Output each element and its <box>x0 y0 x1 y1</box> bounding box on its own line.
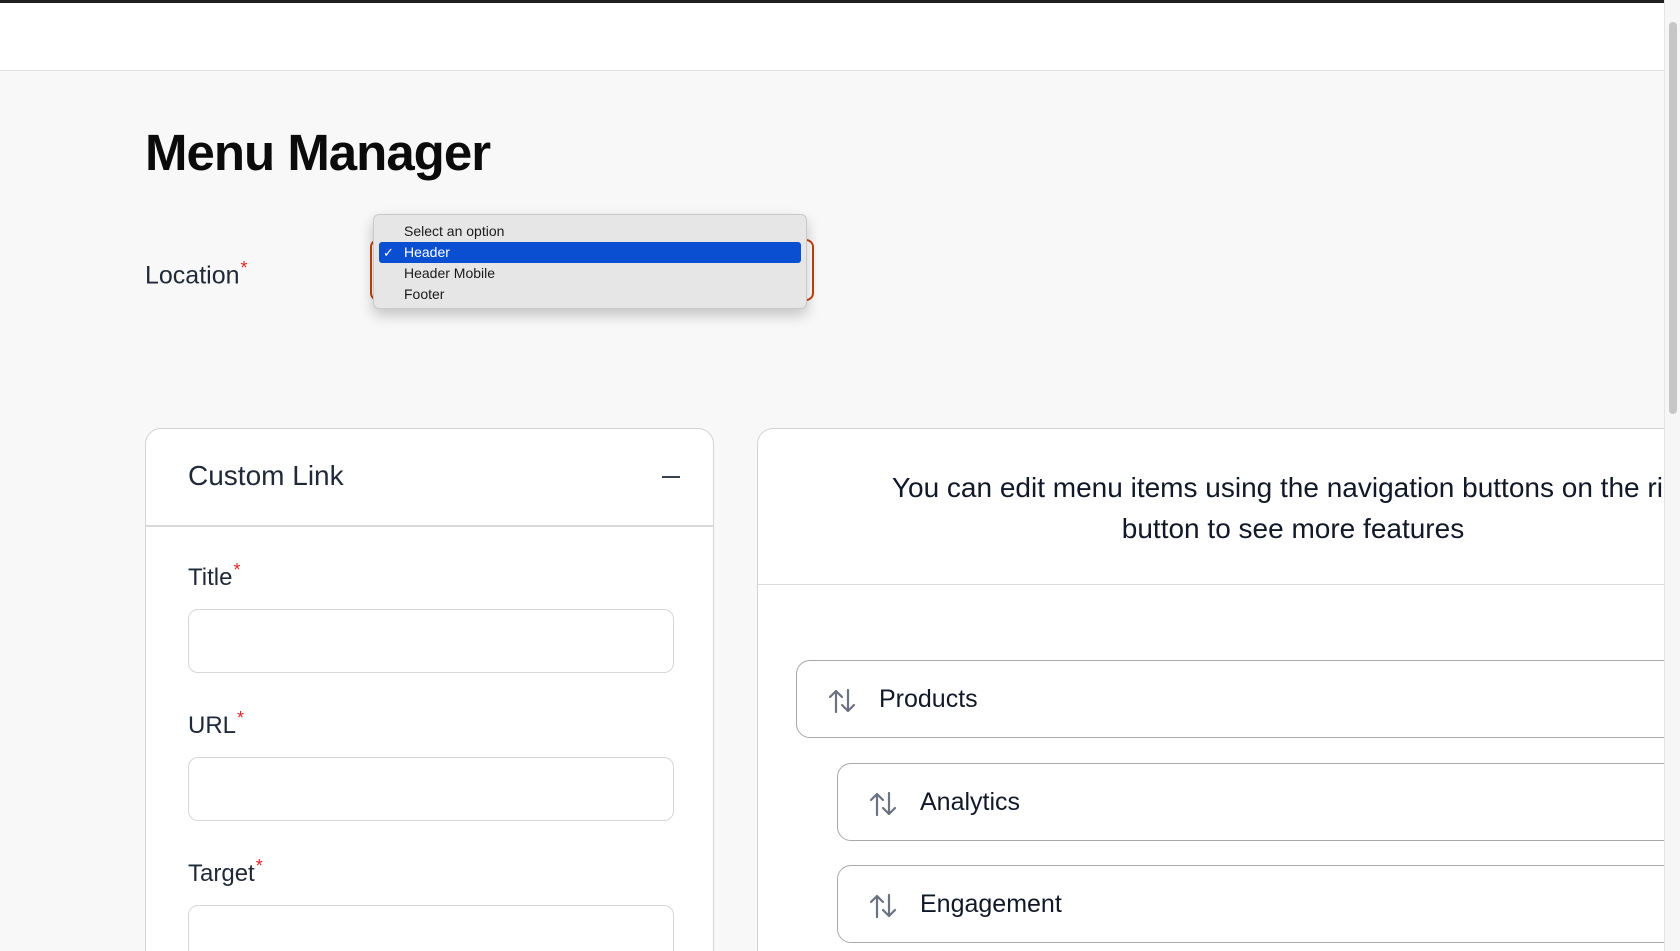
dropdown-option-header-mobile[interactable]: Header Mobile <box>379 263 801 284</box>
dropdown-option-select-an-option[interactable]: Select an option <box>379 221 801 242</box>
title-label-text: Title <box>188 564 233 591</box>
arrows-up-down-icon[interactable] <box>827 686 857 716</box>
custom-link-title: Custom Link <box>188 460 344 491</box>
collapse-button[interactable] <box>653 459 689 495</box>
title-label: Title* <box>188 560 240 592</box>
location-label-text: Location <box>145 261 240 290</box>
arrows-up-down-icon[interactable] <box>868 891 898 921</box>
target-label: Target* <box>188 856 263 888</box>
custom-link-panel: Custom Link Title* URL* Target* <box>145 428 714 951</box>
required-mark: * <box>240 258 248 278</box>
required-mark: * <box>255 856 263 876</box>
top-bar <box>0 3 1665 71</box>
menu-item-label: Products <box>879 685 978 713</box>
scrollbar-thumb[interactable] <box>1669 22 1677 414</box>
title-input[interactable] <box>188 609 674 673</box>
divider <box>758 584 1665 585</box>
url-input[interactable] <box>188 757 674 821</box>
page-content: Menu Manager Location* Select an option … <box>0 71 1665 951</box>
menu-item-label: Analytics <box>920 788 1021 816</box>
url-label: URL* <box>188 708 244 740</box>
help-text-line-2: button to see more features <box>1121 513 1465 544</box>
location-dropdown-menu[interactable]: Select an option ✓ Header Header Mobile F… <box>373 214 807 309</box>
option-label: Header <box>404 244 450 260</box>
menu-item-label: Engagement <box>920 890 1062 918</box>
minus-icon <box>662 476 680 478</box>
page-title: Menu Manager <box>145 124 491 181</box>
custom-link-header[interactable]: Custom Link <box>146 429 713 527</box>
checkmark-icon: ✓ <box>383 245 394 260</box>
vertical-scrollbar[interactable] <box>1664 0 1680 951</box>
menu-item-products[interactable]: Products <box>796 660 1665 738</box>
menu-item-engagement[interactable]: Engagement <box>837 865 1665 943</box>
option-label: Select an option <box>404 223 505 239</box>
location-label: Location* <box>145 258 248 290</box>
menu-item-analytics[interactable]: Analytics <box>837 763 1665 841</box>
target-label-text: Target <box>188 860 255 887</box>
option-label: Header Mobile <box>404 265 496 281</box>
help-text: You can edit menu items using the naviga… <box>828 467 1665 549</box>
menu-structure-panel: You can edit menu items using the naviga… <box>757 428 1665 951</box>
arrows-up-down-icon[interactable] <box>868 789 898 819</box>
option-label: Footer <box>404 286 445 302</box>
dropdown-option-footer[interactable]: Footer <box>379 284 801 305</box>
url-label-text: URL <box>188 712 237 739</box>
target-select[interactable] <box>188 905 674 951</box>
required-mark: * <box>233 560 241 580</box>
help-text-line-1: You can edit menu items using the naviga… <box>891 472 1665 503</box>
required-mark: * <box>237 708 245 728</box>
dropdown-option-header[interactable]: ✓ Header <box>379 242 801 263</box>
